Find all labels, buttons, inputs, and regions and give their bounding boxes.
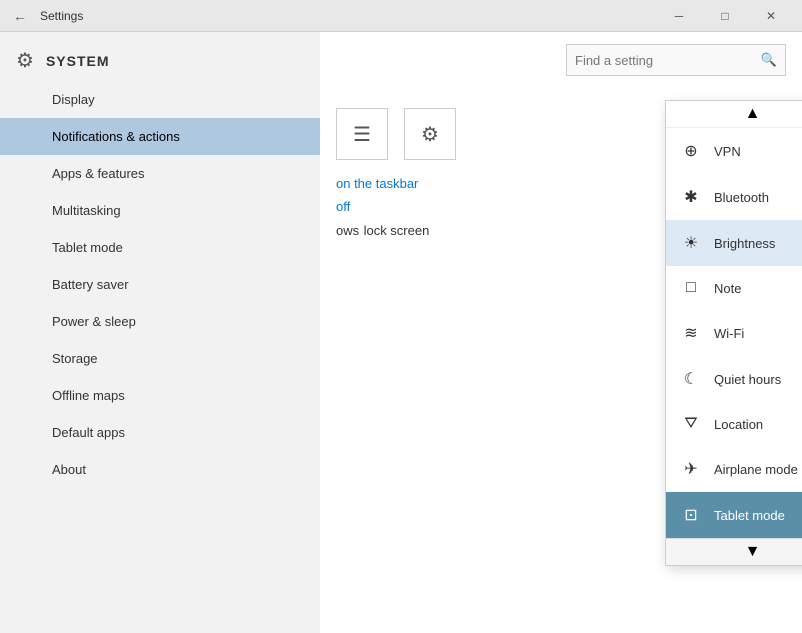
scroll-down-icon: ▼: [745, 543, 761, 561]
quiet-hours-icon: ☾: [680, 369, 702, 389]
content-area: 🔍 ☰ ⚙ on the taskbar off ows lock screen…: [320, 32, 802, 633]
dropdown-item-label: Note: [714, 281, 741, 296]
titlebar-title: Settings: [40, 9, 83, 23]
vpn-icon: ⊕: [680, 141, 702, 161]
scroll-down-indicator[interactable]: ▼: [666, 538, 802, 565]
sidebar-item-power-&-sleep[interactable]: Power & sleep: [0, 303, 320, 340]
dropdown-items: ⊕ VPN ✱ Bluetooth ☀ Brightness □ Note ≋ Wi-Fi ☾ Qui…: [666, 128, 802, 538]
sidebar-item-battery-saver[interactable]: Battery saver: [0, 266, 320, 303]
ctrl-box-2[interactable]: ⚙: [404, 108, 456, 160]
sidebar-item-storage[interactable]: Storage: [0, 340, 320, 377]
tablet-mode-icon: ⊡: [680, 505, 702, 525]
dropdown-item-label: Brightness: [714, 236, 775, 251]
sidebar-item-default-apps[interactable]: Default apps: [0, 414, 320, 451]
sidebar-item-offline-maps[interactable]: Offline maps: [0, 377, 320, 414]
content-text2: lock screen: [364, 223, 430, 238]
dropdown-item-label: Bluetooth: [714, 190, 769, 205]
dropdown-item-bluetooth[interactable]: ✱ Bluetooth: [666, 174, 802, 220]
dropdown-item-quiet-hours[interactable]: ☾ Quiet hours: [666, 356, 802, 402]
bluetooth-icon: ✱: [680, 187, 702, 207]
gear-icon: ⚙: [16, 48, 34, 73]
airplane-mode-icon: ✈: [680, 459, 702, 479]
quick-actions-dropdown: ▲ ⊕ VPN ✱ Bluetooth ☀ Brightness □ Note ≋ Wi-Fi ☾ Q…: [665, 100, 802, 566]
maximize-button[interactable]: □: [702, 0, 748, 32]
dropdown-item-label: Airplane mode: [714, 462, 798, 477]
dropdown-item-label: VPN: [714, 144, 741, 159]
sidebar-item-multitasking[interactable]: Multitasking: [0, 192, 320, 229]
content-text1: ows: [336, 223, 359, 238]
scroll-up-icon: ▲: [745, 105, 761, 123]
sidebar-item-notifications-&-actions[interactable]: Notifications & actions: [0, 118, 320, 155]
sidebar-item-about[interactable]: About: [0, 451, 320, 488]
dropdown-item-location[interactable]: ⛛ Location: [666, 402, 802, 446]
main-layout: ⚙ SYSTEM DisplayNotifications & actionsA…: [0, 32, 802, 633]
dropdown-item-vpn[interactable]: ⊕ VPN: [666, 128, 802, 174]
sidebar-item-apps-&-features[interactable]: Apps & features: [0, 155, 320, 192]
dropdown-item-label: Tablet mode: [714, 508, 785, 523]
dropdown-item-label: Quiet hours: [714, 372, 781, 387]
note-icon: □: [680, 279, 702, 297]
back-icon: ←: [13, 8, 27, 24]
ctrl-box-1[interactable]: ☰: [336, 108, 388, 160]
sidebar-item-tablet-mode[interactable]: Tablet mode: [0, 229, 320, 266]
search-icon: 🔍: [761, 52, 777, 68]
minimize-button[interactable]: ─: [656, 0, 702, 32]
dropdown-item-label: Wi-Fi: [714, 326, 744, 341]
sidebar-nav: DisplayNotifications & actionsApps & fea…: [0, 81, 320, 633]
sidebar-item-display[interactable]: Display: [0, 81, 320, 118]
dropdown-item-label: Location: [714, 417, 763, 432]
dropdown-item-wi-fi[interactable]: ≋ Wi-Fi: [666, 310, 802, 356]
search-input[interactable]: [575, 53, 761, 68]
titlebar: ← Settings ─ □ ✕: [0, 0, 802, 32]
sidebar-header: ⚙ SYSTEM: [0, 32, 320, 81]
window-controls: ─ □ ✕: [656, 0, 794, 32]
dropdown-item-brightness[interactable]: ☀ Brightness: [666, 220, 802, 266]
dropdown-item-tablet-mode[interactable]: ⊡ Tablet mode: [666, 492, 802, 538]
close-button[interactable]: ✕: [748, 0, 794, 32]
location-icon: ⛛: [680, 415, 702, 433]
back-button[interactable]: ←: [8, 4, 32, 28]
scroll-up-indicator[interactable]: ▲: [666, 101, 802, 128]
wi-fi-icon: ≋: [680, 323, 702, 343]
search-bar: 🔍: [566, 44, 786, 76]
dropdown-item-airplane-mode[interactable]: ✈ Airplane mode: [666, 446, 802, 492]
sidebar-heading: SYSTEM: [46, 53, 110, 69]
brightness-icon: ☀: [680, 233, 702, 253]
sidebar: ⚙ SYSTEM DisplayNotifications & actionsA…: [0, 32, 320, 633]
dropdown-item-note[interactable]: □ Note: [666, 266, 802, 310]
